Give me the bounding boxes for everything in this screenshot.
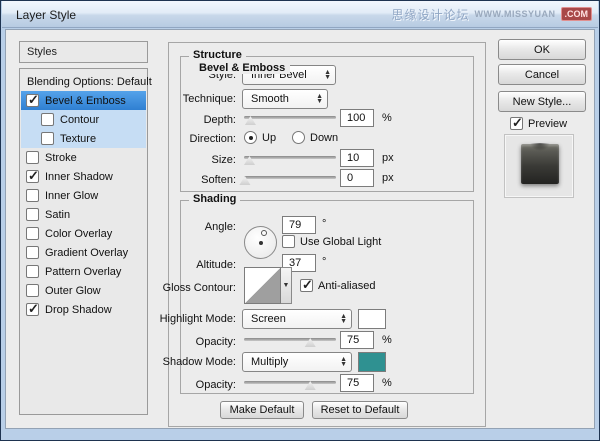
highlight-color-swatch[interactable] bbox=[358, 309, 386, 329]
contour-checkbox[interactable] bbox=[41, 113, 54, 126]
gloss-contour-picker[interactable] bbox=[244, 267, 281, 304]
depth-slider[interactable] bbox=[244, 112, 336, 126]
outer-glow-checkbox[interactable] bbox=[26, 284, 39, 297]
styles-item-drop-shadow[interactable]: Drop Shadow bbox=[21, 300, 146, 319]
angle-label: Angle: bbox=[204, 221, 236, 233]
soften-label: Soften: bbox=[201, 174, 236, 186]
shadow-opacity-input[interactable]: 75 bbox=[340, 374, 374, 392]
technique-dropdown[interactable]: Smooth ▲ ▼ bbox=[242, 89, 328, 109]
gloss-contour-label: Gloss Contour: bbox=[162, 282, 236, 294]
preview-checkbox[interactable]: Preview bbox=[510, 115, 567, 131]
structure-legend: Structure bbox=[189, 49, 246, 61]
size-label: Size: bbox=[211, 154, 236, 166]
watermark-url-text: www.missyuan bbox=[474, 9, 556, 19]
watermark-forum-text: 思缘设计论坛 bbox=[391, 7, 470, 22]
pattern-overlay-checkbox[interactable] bbox=[26, 265, 39, 278]
highlight-mode-label: Highlight Mode: bbox=[159, 313, 236, 325]
watermark-badge: .com bbox=[560, 7, 592, 21]
depth-input[interactable]: 100 bbox=[340, 109, 374, 127]
direction-label: Direction: bbox=[189, 133, 236, 145]
altitude-unit: ° bbox=[322, 256, 327, 268]
highlight-opacity-unit: % bbox=[382, 334, 392, 346]
angle-input[interactable]: 79 bbox=[282, 216, 316, 234]
styles-panel-header: Styles bbox=[19, 41, 148, 63]
anti-aliased-checkbox[interactable]: Anti-aliased bbox=[300, 277, 375, 293]
texture-checkbox[interactable] bbox=[41, 132, 54, 145]
make-default-button[interactable]: Make Default bbox=[220, 401, 304, 419]
shadow-opacity-unit: % bbox=[382, 377, 392, 389]
updown-arrows-icon: ▲ ▼ bbox=[340, 313, 347, 325]
shading-legend: Shading bbox=[189, 193, 241, 205]
styles-item-pattern-overlay[interactable]: Pattern Overlay bbox=[21, 262, 146, 281]
ok-button[interactable]: OK bbox=[498, 39, 586, 60]
styles-item-satin[interactable]: Satin bbox=[21, 205, 146, 224]
inner-shadow-checkbox[interactable] bbox=[26, 168, 39, 184]
angle-dial-marker[interactable] bbox=[260, 230, 267, 236]
styles-item-bevel-emboss[interactable]: Bevel & Emboss bbox=[21, 91, 146, 110]
satin-checkbox[interactable] bbox=[26, 208, 39, 221]
updown-arrows-icon: ▲ ▼ bbox=[316, 93, 323, 105]
shadow-color-swatch[interactable] bbox=[358, 352, 386, 372]
highlight-opacity-label: Opacity: bbox=[195, 336, 236, 348]
styles-item-texture[interactable]: Texture bbox=[21, 129, 146, 148]
direction-down-radio[interactable]: Down bbox=[292, 131, 338, 144]
styles-item-outer-glow[interactable]: Outer Glow bbox=[21, 281, 146, 300]
new-style-button[interactable]: New Style... bbox=[498, 91, 586, 112]
highlight-opacity-slider[interactable] bbox=[244, 334, 336, 348]
angle-dial[interactable] bbox=[244, 226, 277, 259]
soften-input[interactable]: 0 bbox=[340, 169, 374, 187]
shadow-opacity-label: Opacity: bbox=[195, 379, 236, 391]
styles-item-inner-shadow[interactable]: Inner Shadow bbox=[21, 167, 146, 186]
size-unit: px bbox=[382, 152, 394, 164]
styles-item-blending-options[interactable]: Blending Options: Default bbox=[21, 72, 152, 91]
depth-unit: % bbox=[382, 112, 392, 124]
styles-item-inner-glow[interactable]: Inner Glow bbox=[21, 186, 146, 205]
highlight-opacity-input[interactable]: 75 bbox=[340, 331, 374, 349]
direction-up-radio[interactable]: Up bbox=[244, 131, 276, 144]
dialog-title: Layer Style bbox=[16, 8, 77, 22]
shadow-mode-dropdown[interactable]: Multiply ▲ ▼ bbox=[242, 352, 352, 372]
highlight-mode-dropdown[interactable]: Screen ▲ ▼ bbox=[242, 309, 352, 329]
reset-to-default-button[interactable]: Reset to Default bbox=[312, 401, 408, 419]
shadow-opacity-slider[interactable] bbox=[244, 377, 336, 391]
drop-shadow-checkbox[interactable] bbox=[26, 301, 39, 317]
updown-arrows-icon: ▲ ▼ bbox=[324, 69, 331, 81]
updown-arrows-icon: ▲ ▼ bbox=[340, 356, 347, 368]
preview-shape bbox=[521, 143, 559, 184]
bevel-emboss-checkbox[interactable] bbox=[26, 92, 39, 108]
gloss-contour-dropdown-arrow[interactable]: ▼ bbox=[281, 267, 292, 304]
depth-label: Depth: bbox=[203, 114, 236, 126]
soften-slider[interactable] bbox=[239, 172, 336, 186]
cancel-button[interactable]: Cancel bbox=[498, 64, 586, 85]
section-title: Bevel & Emboss bbox=[194, 62, 291, 74]
shadow-mode-label: Shadow Mode: bbox=[162, 356, 236, 368]
styles-item-gradient-overlay[interactable]: Gradient Overlay bbox=[21, 243, 146, 262]
styles-item-color-overlay[interactable]: Color Overlay bbox=[21, 224, 146, 243]
technique-label: Technique: bbox=[182, 93, 236, 105]
inner-glow-checkbox[interactable] bbox=[26, 189, 39, 202]
styles-item-contour[interactable]: Contour bbox=[21, 110, 146, 129]
gradient-overlay-checkbox[interactable] bbox=[26, 246, 39, 259]
styles-item-stroke[interactable]: Stroke bbox=[21, 148, 146, 167]
layer-style-dialog: Layer Style 思缘设计论坛 www.missyuan .com Sty… bbox=[0, 0, 600, 441]
preview-thumbnail bbox=[504, 134, 574, 198]
angle-unit: ° bbox=[322, 218, 327, 230]
size-slider[interactable] bbox=[244, 152, 336, 166]
size-input[interactable]: 10 bbox=[340, 149, 374, 167]
color-overlay-checkbox[interactable] bbox=[26, 227, 39, 240]
altitude-label: Altitude: bbox=[196, 259, 236, 271]
watermark: 思缘设计论坛 www.missyuan .com bbox=[391, 5, 592, 23]
styles-list: Blending Options: Default Bevel & Emboss… bbox=[19, 68, 152, 415]
soften-unit: px bbox=[382, 172, 394, 184]
title-bar[interactable]: Layer Style 思缘设计论坛 www.missyuan .com bbox=[2, 1, 598, 28]
dialog-body: Styles Blending Options: Default Bevel &… bbox=[5, 29, 595, 429]
styles-panel-title: Styles bbox=[27, 46, 57, 58]
angle-dial-center bbox=[258, 240, 263, 245]
stroke-checkbox[interactable] bbox=[26, 151, 39, 164]
use-global-light-checkbox[interactable]: Use Global Light bbox=[282, 235, 381, 248]
